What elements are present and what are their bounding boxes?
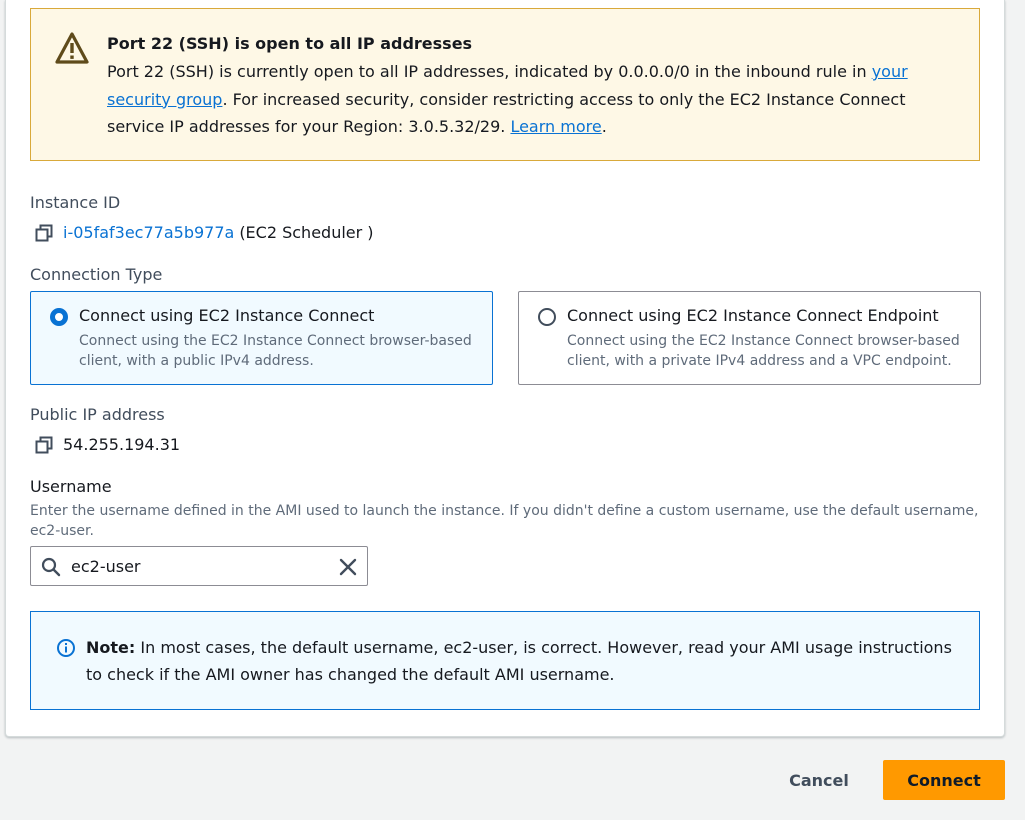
warning-text: Port 22 (SSH) is currently open to all I… bbox=[107, 62, 872, 81]
option-instance-connect[interactable]: Connect using EC2 Instance Connect Conne… bbox=[30, 291, 493, 385]
username-label: Username bbox=[30, 477, 112, 496]
option-title: Connect using EC2 Instance Connect bbox=[79, 306, 375, 325]
instance-id-link[interactable]: i-05faf3ec77a5b977a bbox=[63, 223, 234, 242]
warning-icon bbox=[55, 32, 89, 64]
instance-id-label: Instance ID bbox=[30, 193, 121, 212]
note-label: Note: bbox=[86, 638, 136, 657]
connection-type-label: Connection Type bbox=[30, 265, 163, 284]
ssh-warning-alert: Port 22 (SSH) is open to all IP addresse… bbox=[30, 8, 980, 161]
radio-instance-connect[interactable] bbox=[50, 308, 68, 326]
instance-id-row: i-05faf3ec77a5b977a (EC2 Scheduler ) bbox=[35, 223, 374, 242]
warning-title: Port 22 (SSH) is open to all IP addresse… bbox=[107, 34, 473, 53]
cancel-button[interactable]: Cancel bbox=[772, 761, 866, 799]
connect-button[interactable]: Connect bbox=[883, 760, 1005, 800]
option-title: Connect using EC2 Instance Connect Endpo… bbox=[567, 306, 939, 325]
warning-text-end: . bbox=[601, 117, 607, 136]
option-instance-connect-endpoint[interactable]: Connect using EC2 Instance Connect Endpo… bbox=[518, 291, 981, 385]
warning-text-middle: . For increased security, consider restr… bbox=[107, 89, 906, 137]
info-text: Note: In most cases, the default usernam… bbox=[86, 634, 966, 688]
username-info-alert: Note: In most cases, the default usernam… bbox=[30, 611, 980, 710]
copy-icon[interactable] bbox=[35, 436, 53, 454]
username-input[interactable] bbox=[71, 554, 321, 578]
note-body: In most cases, the default username, ec2… bbox=[86, 638, 952, 684]
info-icon bbox=[57, 639, 75, 657]
username-field[interactable] bbox=[30, 546, 368, 586]
public-ip-value: 54.255.194.31 bbox=[63, 435, 181, 454]
warning-body: Port 22 (SSH) is currently open to all I… bbox=[107, 58, 967, 141]
radio-instance-connect-endpoint[interactable] bbox=[538, 308, 556, 326]
instance-name: (EC2 Scheduler ) bbox=[239, 223, 374, 242]
copy-icon[interactable] bbox=[35, 224, 53, 242]
username-description: Enter the username defined in the AMI us… bbox=[30, 503, 979, 539]
search-icon bbox=[41, 557, 61, 577]
public-ip-row: 54.255.194.31 bbox=[35, 435, 180, 454]
learn-more-link[interactable]: Learn more bbox=[510, 117, 601, 136]
option-description: Connect using the EC2 Instance Connect b… bbox=[79, 333, 472, 369]
clear-icon[interactable] bbox=[337, 556, 359, 578]
option-description: Connect using the EC2 Instance Connect b… bbox=[567, 333, 960, 369]
public-ip-label: Public IP address bbox=[30, 405, 165, 424]
